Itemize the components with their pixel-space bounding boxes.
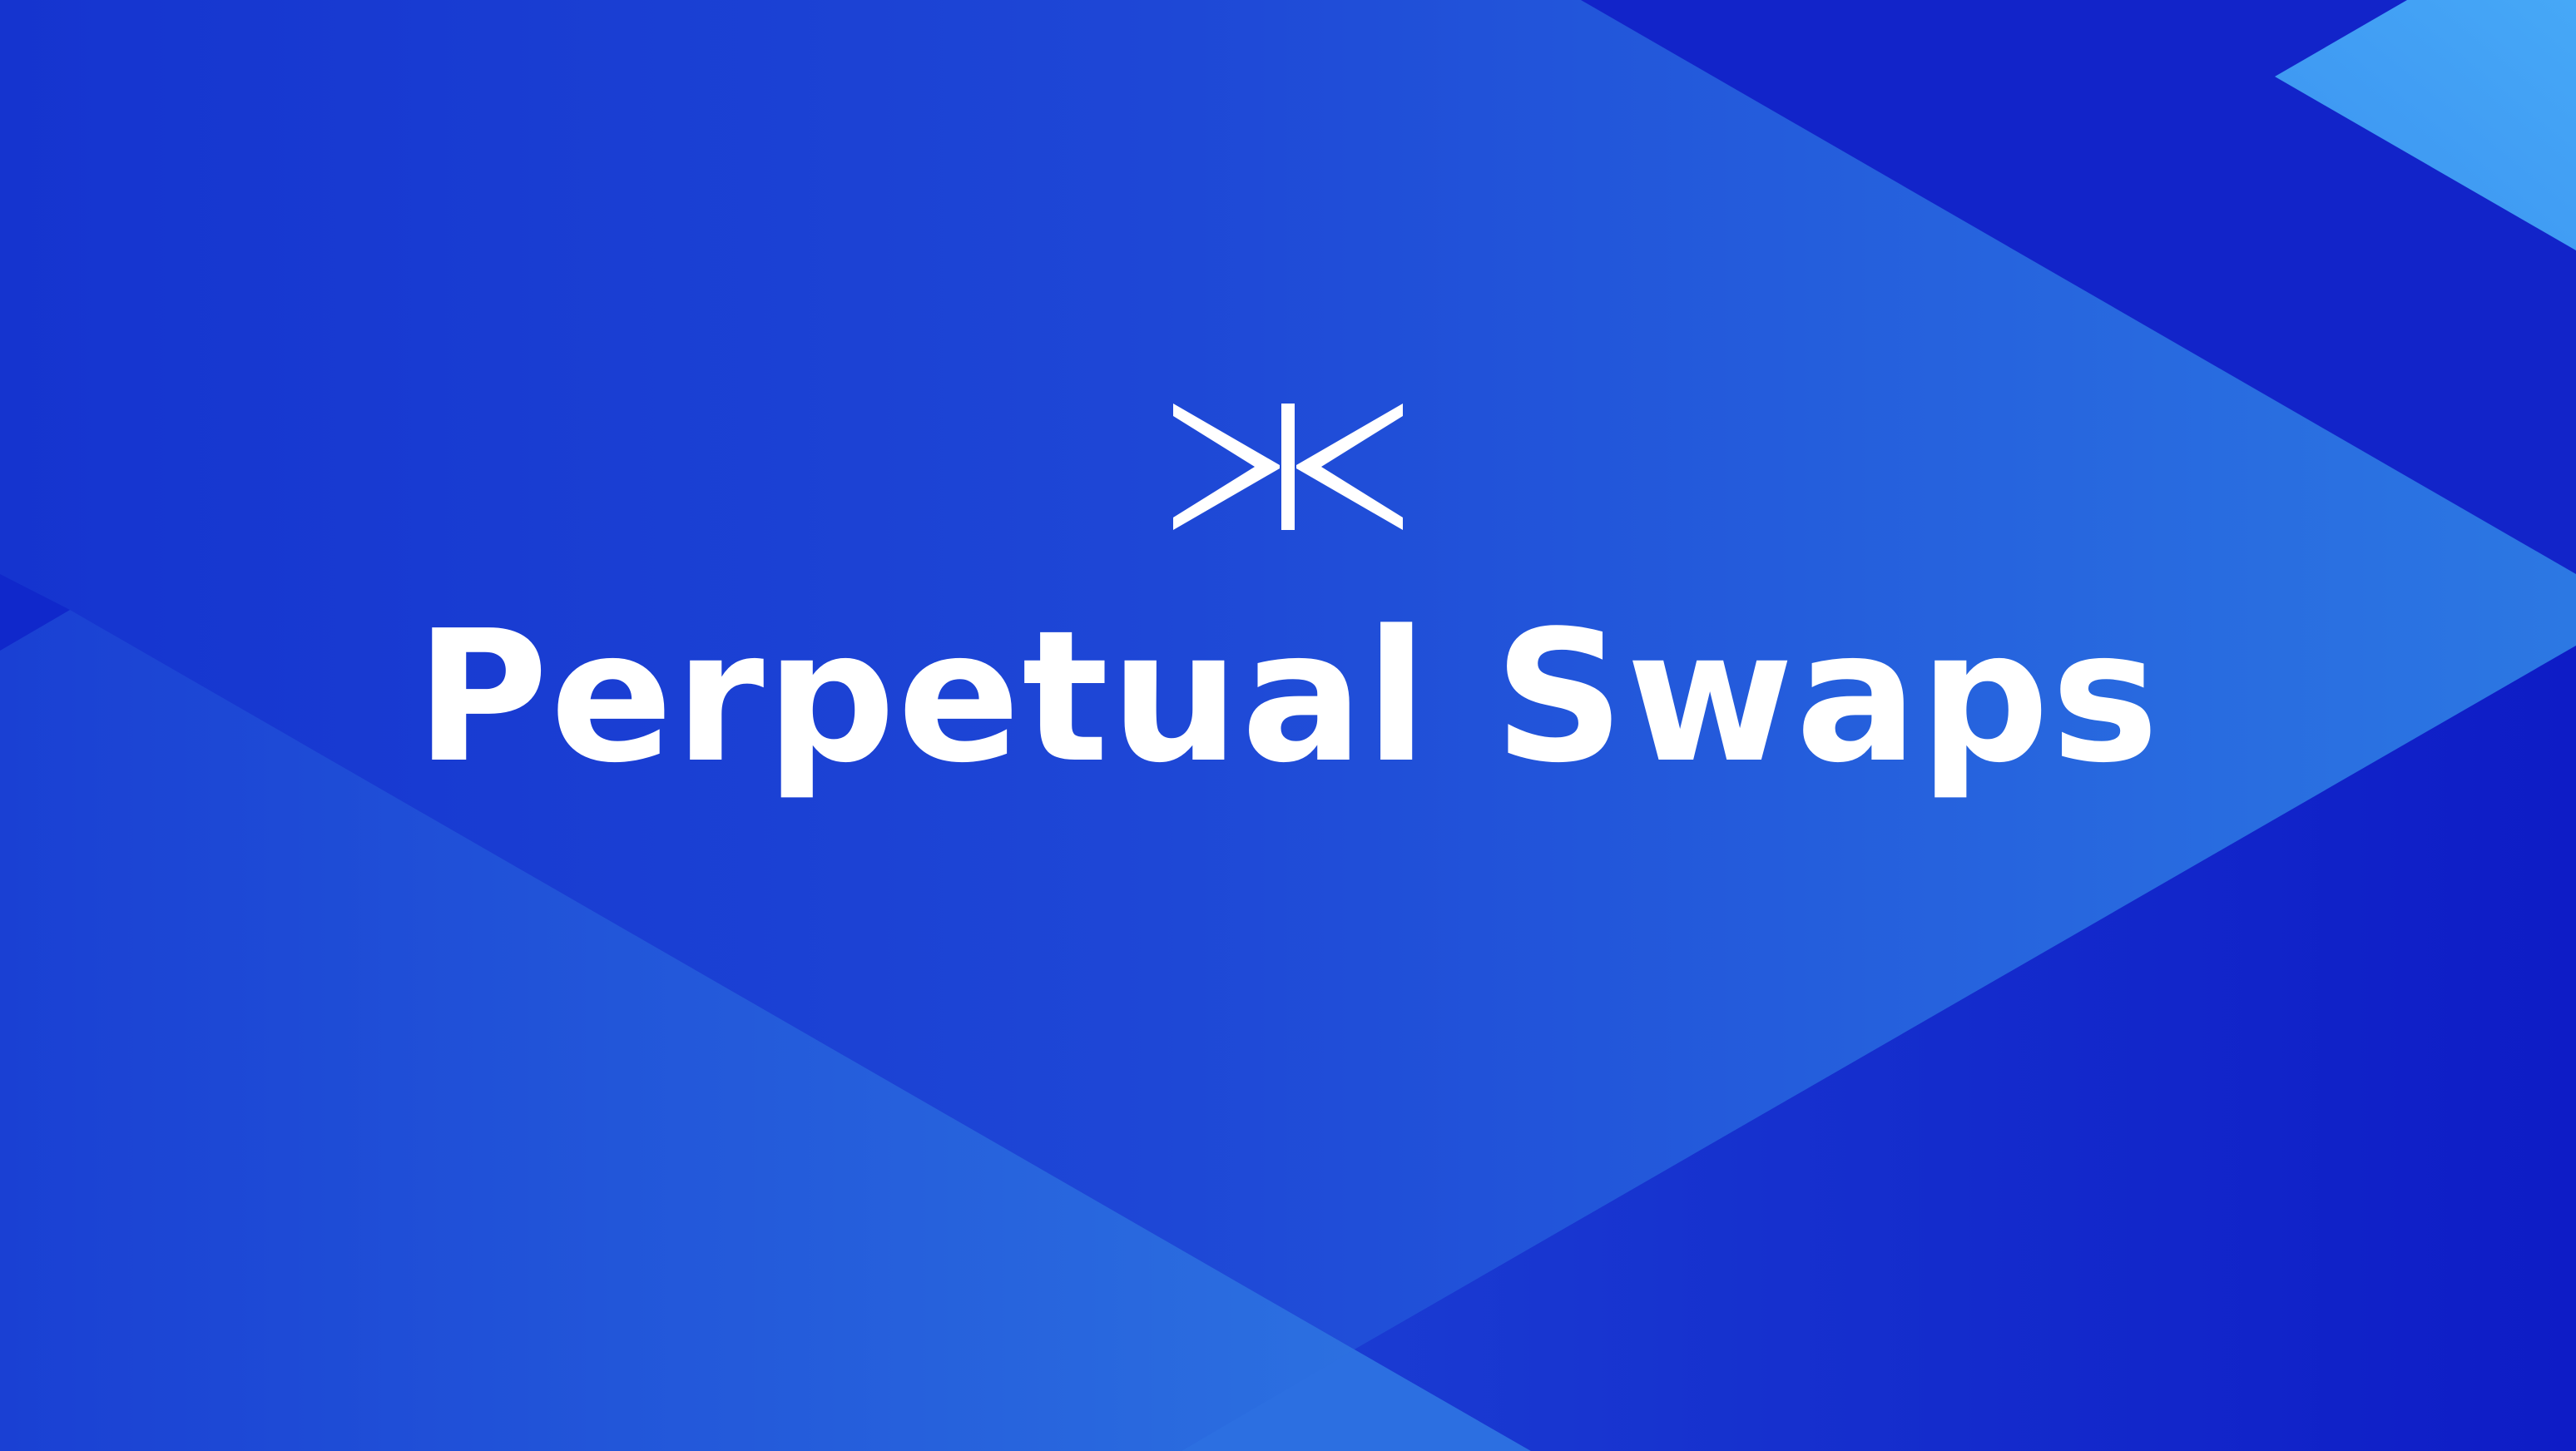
banner: Perpetual Swaps	[0, 0, 2576, 1451]
bowtie-x-logo-icon	[1173, 404, 1403, 530]
page-title: Perpetual Swaps	[415, 592, 2161, 803]
